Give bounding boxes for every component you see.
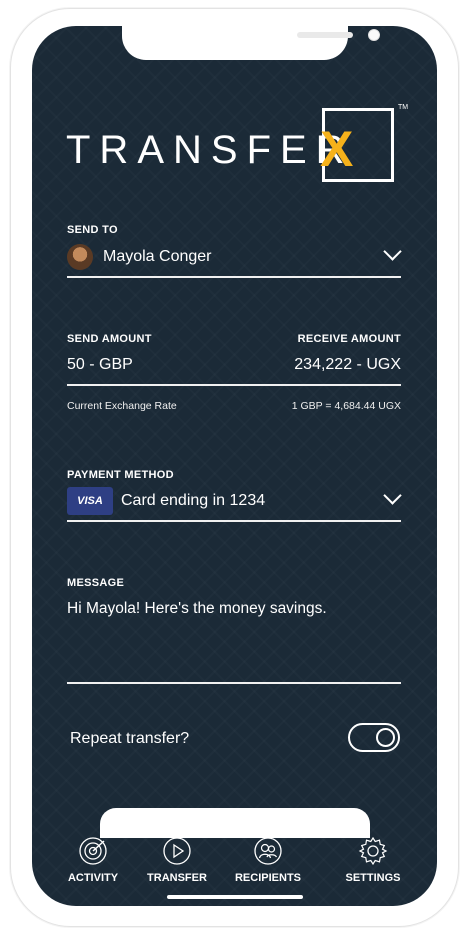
nav-transfer[interactable]: TRANSFER xyxy=(137,836,217,884)
repeat-transfer-toggle[interactable] xyxy=(348,723,400,752)
divider xyxy=(67,276,401,278)
exchange-rate-value: 1 GBP = 4,684.44 UGX xyxy=(291,400,401,412)
divider xyxy=(67,520,401,522)
people-icon xyxy=(254,837,282,865)
nav-label: ACTIVITY xyxy=(67,872,119,884)
play-icon xyxy=(163,837,191,865)
nav-activity[interactable]: ACTIVITY xyxy=(53,836,133,884)
nav-settings[interactable]: SETTINGS xyxy=(333,836,413,884)
send-amount-input[interactable]: 50 - GBP xyxy=(67,356,133,374)
visa-card-icon: VISA xyxy=(67,487,113,515)
divider xyxy=(67,384,401,386)
gear-icon xyxy=(358,836,388,866)
payment-method-label: PAYMENT METHOD xyxy=(67,469,174,481)
logo-text: TRANSFER xyxy=(66,128,354,172)
radar-icon xyxy=(79,837,107,865)
send-amount-label: SEND AMOUNT xyxy=(67,333,152,345)
nav-recipients[interactable]: RECIPIENTS xyxy=(228,836,308,884)
receive-amount-label: RECEIVE AMOUNT xyxy=(297,333,401,345)
nav-label: TRANSFER xyxy=(147,872,207,884)
message-label: MESSAGE xyxy=(67,577,125,589)
app-screen: TRANSFER X TM SEND TO Mayola Conger SEND… xyxy=(32,26,437,906)
camera xyxy=(368,29,380,41)
message-input[interactable]: Hi Mayola! Here's the money savings. xyxy=(67,600,327,618)
trademark: TM xyxy=(398,104,409,111)
receive-amount-input[interactable]: 234,222 - UGX xyxy=(294,356,401,374)
chevron-down-icon[interactable] xyxy=(383,242,402,261)
recipient-name[interactable]: Mayola Conger xyxy=(103,248,212,266)
transfer-button[interactable] xyxy=(100,808,370,838)
logo-mark: X xyxy=(320,121,354,177)
home-indicator xyxy=(167,895,303,899)
nav-label: SETTINGS xyxy=(345,872,401,884)
avatar xyxy=(67,244,93,270)
chevron-down-icon[interactable] xyxy=(383,486,402,505)
repeat-transfer-label: Repeat transfer? xyxy=(70,730,190,747)
notch xyxy=(122,26,380,60)
send-to-label: SEND TO xyxy=(67,224,118,236)
app-logo: TRANSFER X TM xyxy=(66,104,408,190)
exchange-rate-label: Current Exchange Rate xyxy=(67,400,177,412)
toggle-knob xyxy=(376,728,395,747)
nav-label: RECIPIENTS xyxy=(234,872,301,884)
divider xyxy=(67,682,401,684)
payment-method-select[interactable]: Card ending in 1234 xyxy=(121,492,265,510)
speaker xyxy=(297,32,353,38)
